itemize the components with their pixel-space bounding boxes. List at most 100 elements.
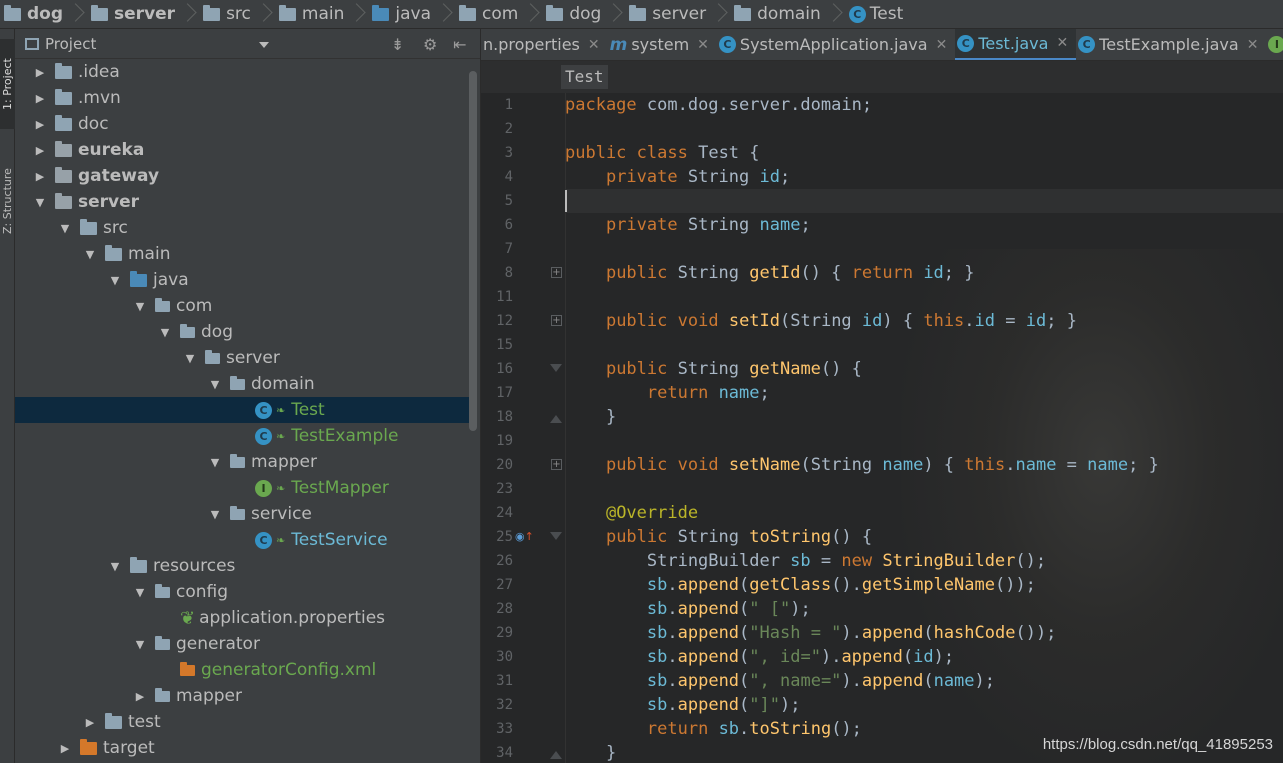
fold-collapse-icon[interactable] xyxy=(550,532,562,542)
expanded-arrow-icon[interactable]: ▼ xyxy=(154,326,176,339)
tree-item[interactable]: ▶ test xyxy=(15,709,469,735)
code-line[interactable]: StringBuilder sb = new StringBuilder(); xyxy=(565,549,1046,573)
expanded-arrow-icon[interactable]: ▼ xyxy=(104,560,126,573)
breadcrumb-item[interactable]: C Test xyxy=(845,0,909,28)
expanded-arrow-icon[interactable]: ▼ xyxy=(204,508,226,521)
code-line[interactable]: sb.append("Hash = ").append(hashCode()); xyxy=(565,621,1057,645)
hide-panel-icon[interactable]: ⇤ xyxy=(453,35,466,54)
tree-item[interactable]: ▼ src xyxy=(15,215,469,241)
expanded-arrow-icon[interactable]: ▼ xyxy=(204,378,226,391)
code-line[interactable]: @Override xyxy=(565,501,698,525)
code-line[interactable]: private String name; xyxy=(565,213,811,237)
collapsed-arrow-icon[interactable]: ▶ xyxy=(129,690,151,703)
tree-item[interactable]: ▼ server xyxy=(15,345,469,371)
editor-tab[interactable]: C TestExample.java ✕ xyxy=(1076,29,1266,60)
breadcrumb-item[interactable]: server xyxy=(625,0,730,28)
tree-item[interactable]: ▼ com xyxy=(15,293,469,319)
expanded-arrow-icon[interactable]: ▼ xyxy=(79,248,101,261)
expanded-arrow-icon[interactable]: ▼ xyxy=(179,352,201,365)
collapsed-arrow-icon[interactable]: ▶ xyxy=(29,144,51,157)
code-line[interactable]: public void setName(String name) { this.… xyxy=(565,453,1159,477)
fold-end-icon[interactable] xyxy=(550,413,562,423)
expanded-arrow-icon[interactable]: ▼ xyxy=(204,456,226,469)
breadcrumb-item[interactable]: com xyxy=(455,0,542,28)
structure-tool-tab[interactable]: Z: Structure xyxy=(0,151,15,251)
breadcrumb-item[interactable]: dog xyxy=(542,0,625,28)
tree-item[interactable]: ▼ dog xyxy=(15,319,469,345)
code-line[interactable]: } xyxy=(565,405,616,429)
tree-item[interactable]: ▼ main xyxy=(15,241,469,267)
code-line[interactable]: return name; xyxy=(565,381,770,405)
breadcrumb-item[interactable]: server xyxy=(87,0,199,28)
expanded-arrow-icon[interactable]: ▼ xyxy=(104,274,126,287)
breadcrumb-item[interactable]: domain xyxy=(730,0,845,28)
expanded-arrow-icon[interactable]: ▼ xyxy=(129,638,151,651)
close-tab-icon[interactable]: ✕ xyxy=(1056,35,1068,51)
breadcrumb-item[interactable]: main xyxy=(275,0,368,28)
tree-item[interactable]: ▼ generator xyxy=(15,631,469,657)
code-line[interactable]: public String toString() { xyxy=(565,525,872,549)
fold-collapse-icon[interactable] xyxy=(550,364,562,374)
tree-item[interactable]: ▶ target xyxy=(15,735,469,761)
tree-item[interactable]: ▶C❧TestExample xyxy=(15,423,469,449)
tree-item[interactable]: ▶ gateway xyxy=(15,163,469,189)
editor-tab[interactable]: n.properties ✕ xyxy=(481,29,608,60)
close-tab-icon[interactable]: ✕ xyxy=(697,37,709,53)
tree-item[interactable]: ▼ resources xyxy=(15,553,469,579)
code-line[interactable] xyxy=(565,189,1283,213)
collapsed-arrow-icon[interactable]: ▶ xyxy=(54,742,76,755)
project-tool-tab[interactable]: 1: Project xyxy=(0,39,15,129)
collapsed-arrow-icon[interactable]: ▶ xyxy=(29,118,51,131)
override-method-icon[interactable]: ◉↑ xyxy=(515,530,534,544)
collapsed-arrow-icon[interactable]: ▶ xyxy=(29,92,51,105)
tree-item[interactable]: ▶generatorConfig.xml xyxy=(15,657,469,683)
code-line[interactable]: sb.append("]"); xyxy=(565,693,801,717)
fold-end-icon[interactable] xyxy=(550,749,562,759)
tree-item[interactable]: ▶ doc xyxy=(15,111,469,137)
breadcrumb-item[interactable]: src xyxy=(199,0,275,28)
tree-item[interactable]: ▶ .idea xyxy=(15,59,469,85)
code-line[interactable]: return sb.toString(); xyxy=(565,717,862,741)
project-tree-scrollbar[interactable] xyxy=(469,71,477,431)
code-line[interactable]: sb.append(" ["); xyxy=(565,597,811,621)
expanded-arrow-icon[interactable]: ▼ xyxy=(129,300,151,313)
tree-item[interactable]: ▶ eureka xyxy=(15,137,469,163)
tree-item[interactable]: ▶I❧TestMapper xyxy=(15,475,469,501)
tree-item[interactable]: ▶ .mvn xyxy=(15,85,469,111)
expanded-arrow-icon[interactable]: ▼ xyxy=(29,196,51,209)
editor-tab[interactable]: C SystemApplication.java ✕ xyxy=(717,29,955,60)
collapsed-arrow-icon[interactable]: ▶ xyxy=(29,170,51,183)
code-line[interactable]: public String getName() { xyxy=(565,357,862,381)
expanded-arrow-icon[interactable]: ▼ xyxy=(54,222,76,235)
editor-tab[interactable]: C Test.java ✕ xyxy=(955,29,1077,60)
project-panel-title[interactable]: Project xyxy=(45,35,96,53)
fold-expand-icon[interactable]: + xyxy=(551,315,562,326)
tree-item[interactable]: ▼ mapper xyxy=(15,449,469,475)
expanded-arrow-icon[interactable]: ▼ xyxy=(129,586,151,599)
fold-expand-icon[interactable]: + xyxy=(551,459,562,470)
close-tab-icon[interactable]: ✕ xyxy=(1247,37,1259,53)
code-line[interactable]: public String getId() { return id; } xyxy=(565,261,975,285)
tree-item[interactable]: ▼ config xyxy=(15,579,469,605)
collapse-all-icon[interactable]: ⇟ xyxy=(391,35,404,54)
fold-expand-icon[interactable]: + xyxy=(551,267,562,278)
tree-item[interactable]: ▼ domain xyxy=(15,371,469,397)
tree-item[interactable]: ▼ server xyxy=(15,189,469,215)
code-editor[interactable]: package com.dog.server.domain; public cla… xyxy=(565,93,1283,763)
tree-item[interactable]: ▶❦application.properties xyxy=(15,605,469,631)
code-line[interactable]: public class Test { xyxy=(565,141,760,165)
tree-item[interactable]: ▶C❧Test xyxy=(15,397,469,423)
close-tab-icon[interactable]: ✕ xyxy=(588,37,600,53)
collapsed-arrow-icon[interactable]: ▶ xyxy=(29,66,51,79)
tree-item[interactable]: ▶ mapper xyxy=(15,683,469,709)
code-line[interactable]: } xyxy=(565,741,616,763)
view-dropdown-icon[interactable] xyxy=(259,42,269,48)
editor-tab[interactable]: m system ✕ xyxy=(608,29,717,60)
tree-item[interactable]: ▼ service xyxy=(15,501,469,527)
breadcrumb-item[interactable]: java xyxy=(368,0,455,28)
code-line[interactable]: private String id; xyxy=(565,165,790,189)
close-tab-icon[interactable]: ✕ xyxy=(936,37,948,53)
code-line[interactable]: public void setId(String id) { this.id =… xyxy=(565,309,1077,333)
structure-chip-test[interactable]: Test xyxy=(561,65,608,89)
tree-item[interactable]: ▶C❧TestService xyxy=(15,527,469,553)
